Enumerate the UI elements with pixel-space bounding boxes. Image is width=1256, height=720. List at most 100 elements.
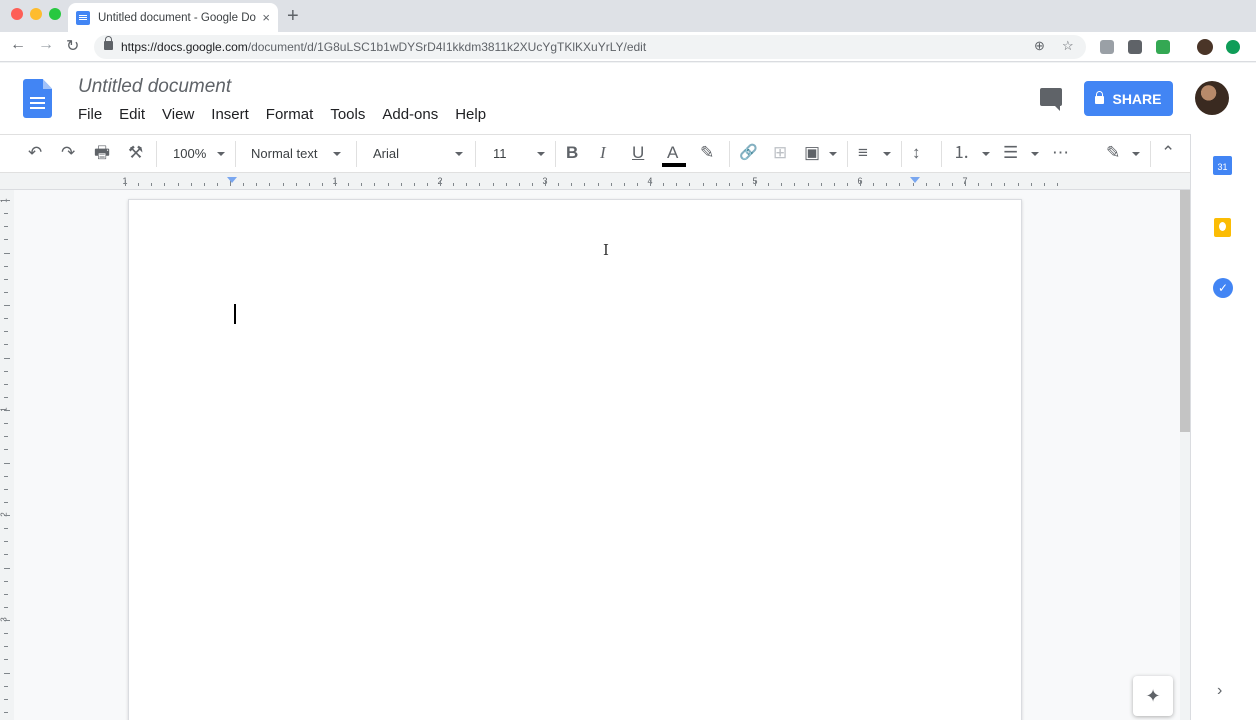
font-size-select[interactable]: 11 — [493, 146, 507, 161]
horizontal-ruler[interactable]: 1 1 2 3 4 5 6 7 — [0, 173, 1190, 190]
vertical-ruler[interactable]: 1 1 2 3 — [0, 190, 14, 720]
document-scrollbar[interactable] — [1180, 190, 1190, 720]
bulleted-list-icon[interactable]: ☰ — [1003, 143, 1018, 163]
chevron-down-icon[interactable] — [537, 152, 545, 156]
maximize-window-button[interactable] — [49, 8, 61, 20]
document-page[interactable]: I — [128, 199, 1022, 720]
comment-history-icon[interactable] — [1040, 88, 1062, 111]
close-window-button[interactable] — [11, 8, 23, 20]
ruler-tick — [4, 226, 8, 228]
chevron-down-icon[interactable] — [333, 152, 341, 156]
ruler-tick — [794, 183, 796, 186]
ruler-tick — [886, 183, 888, 186]
editing-mode-icon[interactable]: ✎ — [1106, 143, 1120, 163]
back-button[interactable]: ← — [10, 36, 26, 54]
numbered-list-icon[interactable]: ⒈ — [953, 143, 970, 163]
expand-panel-icon[interactable]: › — [1217, 682, 1222, 700]
star-icon[interactable]: ☆ — [1062, 38, 1074, 54]
address-bar[interactable]: https://docs.google.com/document/d/1G8uL… — [94, 35, 1086, 59]
font-select[interactable]: Arial — [373, 146, 399, 161]
ruler-tick — [1017, 183, 1019, 186]
collapse-menu-icon[interactable]: ⌃ — [1161, 143, 1175, 163]
document-title[interactable]: Untitled document — [78, 76, 231, 98]
scrollbar-thumb[interactable] — [1180, 190, 1190, 432]
menu-file[interactable]: File — [78, 106, 102, 123]
paint-format-icon[interactable]: ⚒ — [128, 143, 143, 163]
ruler-tick — [807, 183, 809, 186]
ruler-tick — [4, 698, 8, 700]
ruler-tick — [426, 183, 428, 186]
keep-icon[interactable] — [1214, 218, 1231, 237]
menu-addons[interactable]: Add-ons — [382, 106, 438, 123]
undo-icon[interactable]: ↶ — [28, 143, 42, 163]
chevron-down-icon[interactable] — [883, 152, 891, 156]
docs-logo-icon[interactable] — [23, 79, 52, 118]
insert-image-icon[interactable]: ▣ — [804, 143, 820, 163]
menu-help[interactable]: Help — [455, 106, 486, 123]
share-button[interactable]: SHARE — [1084, 81, 1173, 116]
account-avatar[interactable] — [1195, 81, 1229, 115]
align-left-icon[interactable]: ≡ — [858, 143, 868, 163]
formatting-toolbar: ↶ ↷ 🖶 ⚒ 100% Normal text Arial 11 B I U … — [0, 134, 1190, 173]
ruler-tick — [965, 180, 966, 186]
new-tab-button[interactable]: + — [287, 5, 299, 28]
ruler-tick — [715, 183, 717, 186]
print-icon[interactable]: 🖶 — [94, 143, 110, 163]
menu-tools[interactable]: Tools — [330, 106, 365, 123]
tasks-icon[interactable]: ✓ — [1213, 278, 1233, 298]
lock-icon[interactable] — [104, 36, 113, 50]
calendar-icon[interactable]: 31 — [1213, 156, 1232, 175]
chevron-down-icon[interactable] — [217, 152, 225, 156]
forward-button[interactable]: → — [38, 36, 54, 54]
menu-edit[interactable]: Edit — [119, 106, 145, 123]
right-indent-marker[interactable] — [910, 177, 920, 183]
chevron-down-icon[interactable] — [455, 152, 463, 156]
menu-format[interactable]: Format — [266, 106, 314, 123]
toolbar-divider — [475, 141, 476, 167]
extension-cast-icon[interactable] — [1156, 40, 1170, 54]
text-color-indicator — [662, 163, 686, 167]
reload-button[interactable]: ↻ — [66, 36, 79, 56]
tab-close-icon[interactable]: × — [262, 10, 270, 25]
chevron-down-icon[interactable] — [982, 152, 990, 156]
toolbar-divider — [235, 141, 236, 167]
ruler-tick — [925, 183, 927, 186]
profile-avatar-icon[interactable] — [1197, 39, 1213, 55]
ruler-tick — [4, 672, 10, 674]
more-icon[interactable]: ⋯ — [1052, 143, 1069, 163]
ruler-tick — [545, 180, 546, 186]
chevron-down-icon[interactable] — [1031, 152, 1039, 156]
extension-shield-icon[interactable] — [1128, 40, 1142, 54]
ruler-tick — [400, 183, 402, 186]
highlight-icon[interactable]: ✎ — [700, 143, 714, 163]
minimize-window-button[interactable] — [30, 8, 42, 20]
link-icon[interactable]: 🔗 — [739, 143, 758, 163]
url-text[interactable]: https://docs.google.com/document/d/1G8uL… — [121, 40, 646, 54]
chevron-down-icon[interactable] — [1132, 152, 1140, 156]
chevron-down-icon[interactable] — [829, 152, 837, 156]
ruler-tick — [4, 318, 8, 320]
extension-play-icon[interactable] — [1100, 40, 1114, 54]
menu-view[interactable]: View — [162, 106, 194, 123]
ruler-tick — [4, 593, 8, 595]
ruler-tick — [361, 183, 363, 186]
add-comment-icon[interactable]: ⊞ — [773, 143, 787, 163]
bold-button[interactable]: B — [566, 143, 578, 163]
ruler-tick — [833, 183, 835, 186]
text-color-button[interactable]: A — [667, 143, 678, 163]
redo-icon[interactable]: ↷ — [61, 143, 75, 163]
update-icon[interactable] — [1226, 40, 1240, 54]
menu-insert[interactable]: Insert — [211, 106, 249, 123]
italic-button[interactable]: I — [600, 143, 606, 163]
left-indent-marker[interactable] — [227, 177, 237, 183]
line-spacing-icon[interactable]: ↕ — [912, 143, 921, 163]
ruler-tick — [321, 183, 323, 186]
style-select[interactable]: Normal text — [251, 146, 317, 161]
ruler-tick — [243, 183, 245, 186]
zoom-icon[interactable]: ⊕ — [1034, 38, 1045, 54]
browser-tab[interactable]: Untitled document - Google Docs × — [68, 3, 278, 32]
explore-button[interactable]: ✦ — [1133, 676, 1173, 716]
underline-button[interactable]: U — [632, 143, 644, 163]
zoom-select[interactable]: 100% — [173, 146, 206, 161]
ruler-tick — [1043, 183, 1045, 186]
